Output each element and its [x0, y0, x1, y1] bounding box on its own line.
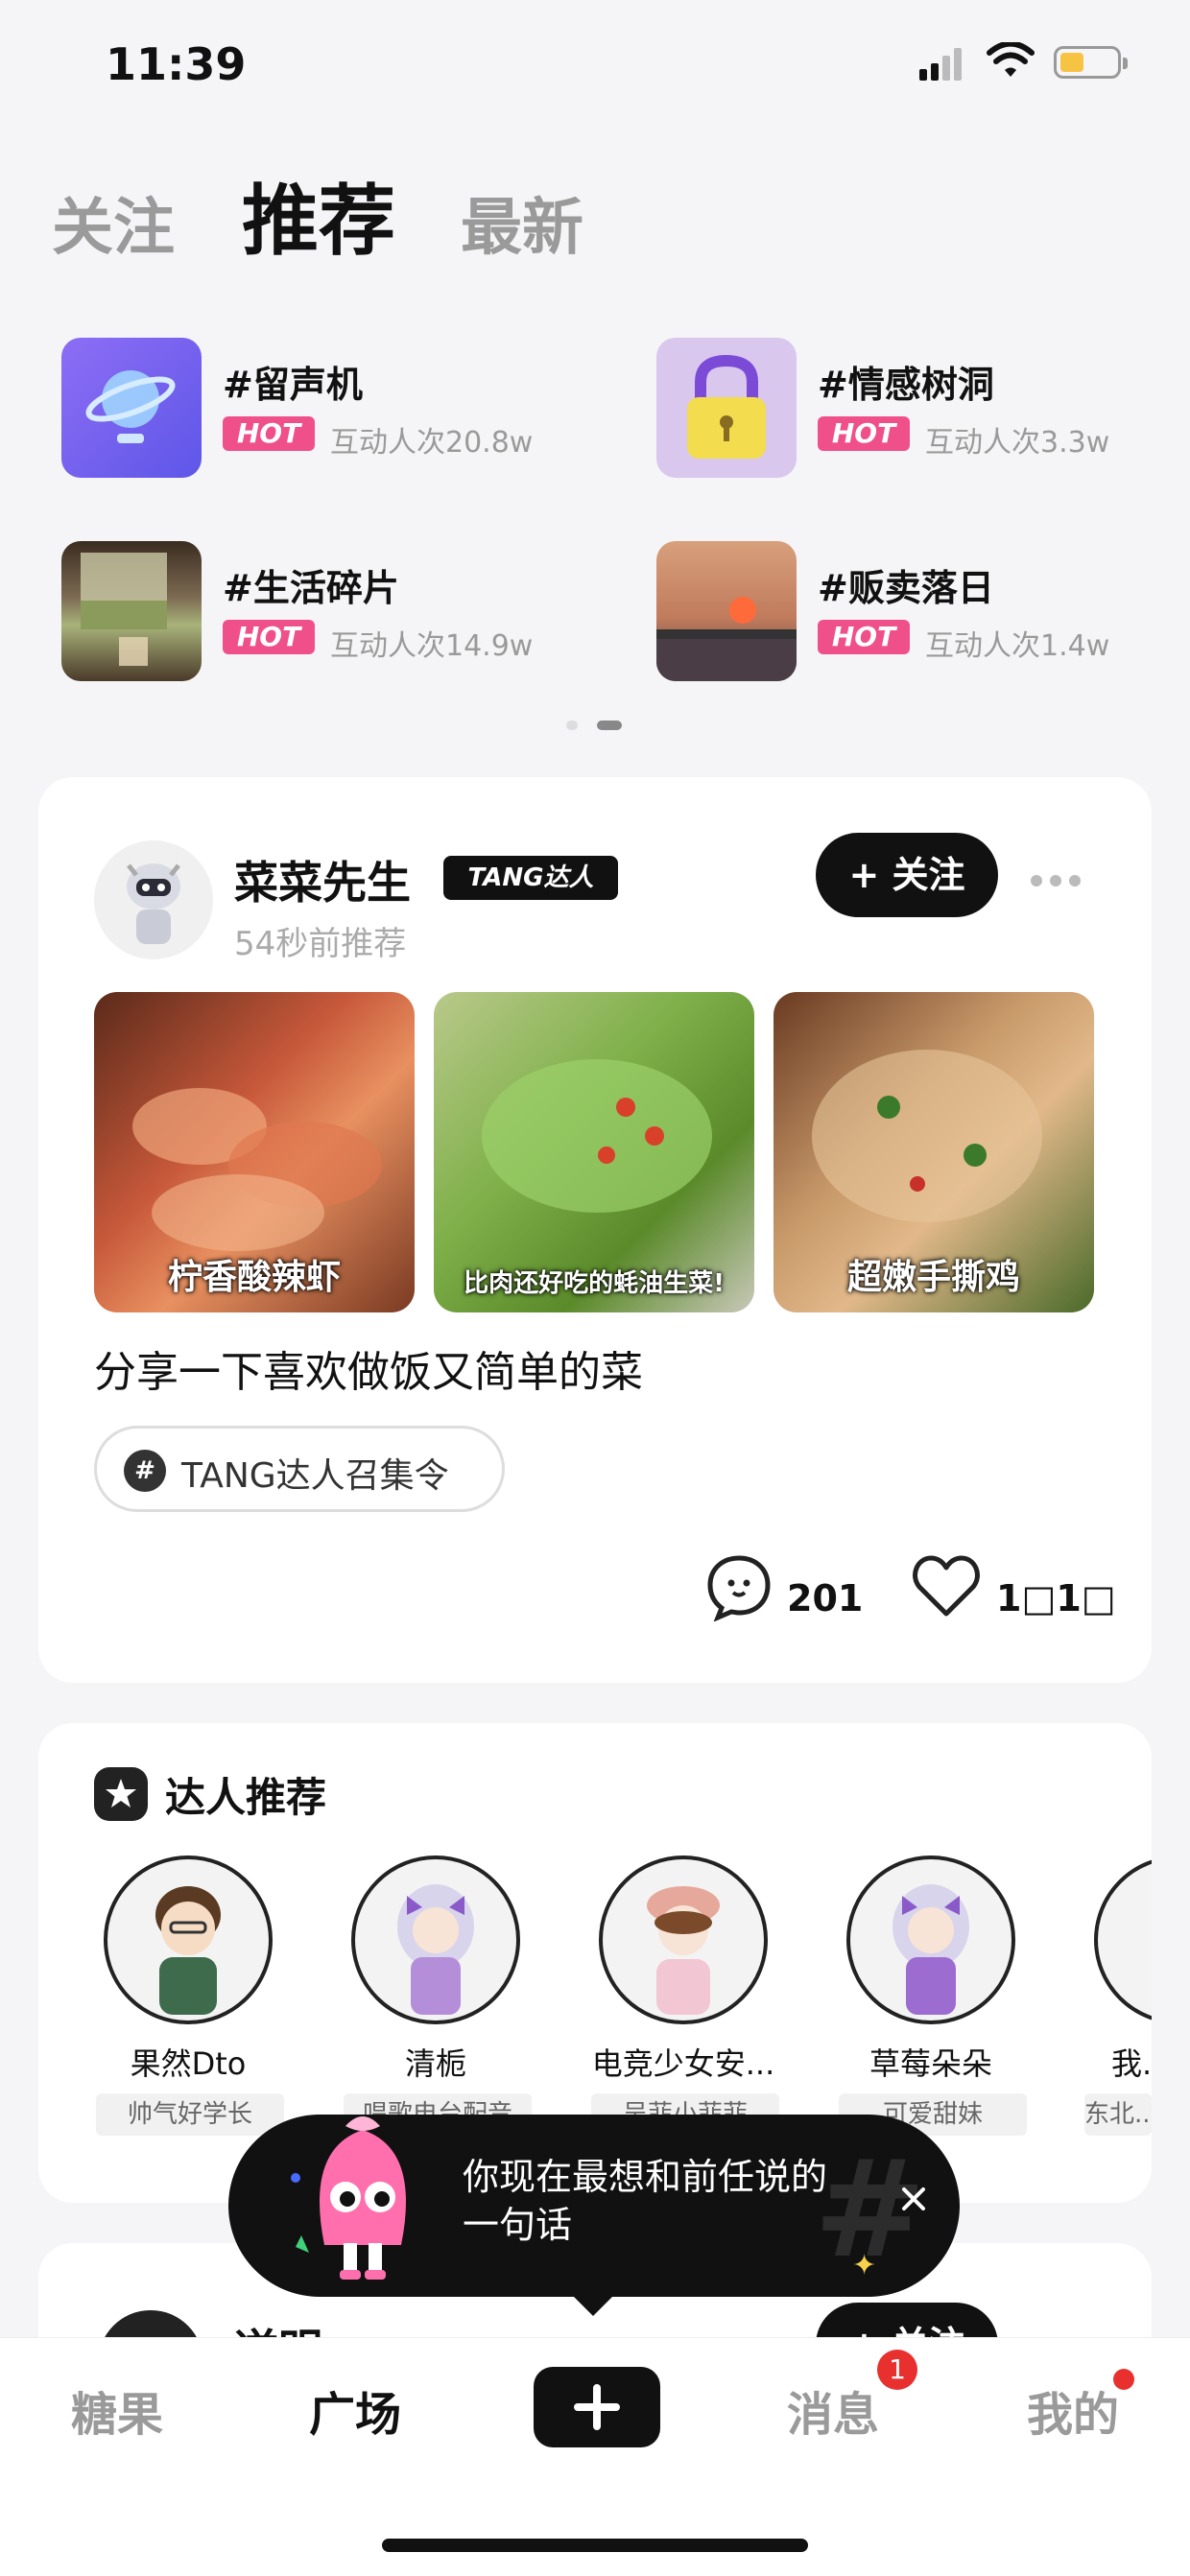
plus-icon	[574, 2384, 620, 2430]
expert-name: 草莓朵朵	[869, 2045, 992, 2082]
nav-item-candy[interactable]: 糖果	[71, 2376, 163, 2444]
page-dot-active	[597, 721, 622, 730]
post-text: 分享一下喜欢做饭又简单的菜	[94, 1348, 643, 1397]
comment-count: 201	[787, 1577, 864, 1619]
expert-avatar-clip[interactable]	[1094, 1855, 1152, 2024]
sunset-image	[656, 597, 797, 681]
close-icon[interactable]	[900, 2186, 927, 2212]
comment-icon[interactable]	[704, 1552, 774, 1621]
topic-item[interactable]: #贩卖落日 HOT 互动人次1.4w	[656, 541, 1155, 695]
more-options-icon[interactable]	[1031, 869, 1088, 888]
topic-item[interactable]: #情感树洞 HOT 互动人次3.3w	[656, 338, 1155, 491]
girl-avatar-image	[397, 1884, 474, 2015]
expert-tag: 帅气好学长	[96, 2093, 284, 2136]
section-title: 达人推荐	[165, 1774, 327, 1821]
topic-tag-chip[interactable]: # TANG达人召集令	[94, 1426, 505, 1512]
post-photo[interactable]: 比肉还好吃的蚝油生菜!	[434, 992, 754, 1312]
girl-purple-avatar-image	[892, 1884, 969, 2015]
photo-caption: 柠香酸辣虾	[167, 1258, 341, 1297]
photo-caption: 超嫩手撕鸡	[846, 1258, 1020, 1297]
tab-recommended[interactable]: 推荐	[242, 159, 395, 271]
expert-avatar[interactable]	[846, 1855, 1015, 2024]
status-time: 11:39	[106, 38, 247, 90]
expert-tag: 东北...	[1084, 2093, 1152, 2136]
nav-item-messages[interactable]: 消息	[787, 2376, 879, 2444]
topic-thumbnail	[656, 541, 797, 681]
page-dot	[566, 721, 578, 730]
wifi-icon	[987, 42, 1035, 77]
notification-dot	[1113, 2369, 1134, 2390]
topic-title: #贩卖落日	[818, 567, 994, 609]
heart-icon[interactable]	[912, 1554, 981, 1619]
avatar[interactable]	[94, 840, 213, 959]
topic-item[interactable]: #留声机 HOT 互动人次20.8w	[61, 338, 599, 491]
girl-beret-avatar-image	[647, 1886, 720, 2015]
post-photo[interactable]: 超嫩手撕鸡	[774, 992, 1094, 1312]
tooltip-line2: 一句话	[463, 2204, 573, 2246]
topic-title: #情感树洞	[818, 364, 994, 406]
topic-stat: 互动人次3.3w	[925, 426, 1110, 460]
window-landscape-image	[81, 553, 167, 666]
expert-avatar[interactable]	[351, 1855, 520, 2024]
tooltip-line1: 你现在最想和前任说的	[463, 2156, 828, 2198]
hot-badge: HOT	[818, 416, 910, 451]
hot-badge: HOT	[223, 620, 315, 654]
follow-button[interactable]: + 关注	[816, 833, 998, 917]
tab-following[interactable]: 关注	[52, 178, 175, 267]
tang-talent-badge: TANG达人	[443, 856, 618, 900]
star-icon	[94, 1767, 148, 1821]
expert-avatar[interactable]	[104, 1855, 273, 2024]
post-card[interactable]: 菜菜先生 TANG达人 54秒前推荐 + 关注 柠香酸辣虾 比肉还好吃的蚝油生菜…	[38, 777, 1152, 1683]
post-photo[interactable]: 柠香酸辣虾	[94, 992, 415, 1312]
mascot-icon	[291, 2116, 406, 2280]
cellular-signal-icon	[919, 48, 964, 81]
post-time: 54秒前推荐	[234, 925, 407, 963]
expert-name: 清栀	[404, 2045, 466, 2082]
home-indicator	[382, 2539, 808, 2552]
prompt-tooltip[interactable]: 你现在最想和前任说的 一句话 # ✦	[228, 2115, 960, 2316]
expert-name: 电竞少女安...	[591, 2045, 775, 2082]
sparkle-icon: ✦	[852, 2249, 877, 2282]
username[interactable]: 菜菜先生	[234, 848, 411, 911]
message-count-badge: 1	[877, 2350, 917, 2390]
lock-icon	[687, 354, 766, 459]
planet-icon	[85, 370, 176, 443]
topic-stat: 互动人次20.8w	[330, 426, 534, 460]
expert-name: 果然Dto	[130, 2045, 247, 2082]
topic-thumbnail	[61, 338, 202, 478]
expert-avatar[interactable]	[599, 1855, 768, 2024]
topic-stat: 互动人次1.4w	[925, 629, 1110, 663]
hashtag-icon: #	[124, 1450, 166, 1492]
tag-label: TANG达人召集令	[181, 1456, 449, 1496]
topic-title: #生活碎片	[223, 567, 399, 609]
topic-thumbnail	[61, 541, 202, 681]
photo-caption: 比肉还好吃的蚝油生菜!	[464, 1269, 725, 1298]
topic-title: #留声机	[223, 364, 363, 406]
expert-avatar	[1094, 1855, 1152, 2024]
battery-icon	[1054, 46, 1128, 79]
topic-item[interactable]: #生活碎片 HOT 互动人次14.9w	[61, 541, 599, 695]
topic-thumbnail	[656, 338, 797, 478]
boy-avatar-image	[155, 1886, 221, 2015]
create-post-button[interactable]	[534, 2367, 660, 2447]
nav-item-me[interactable]: 我的	[1027, 2376, 1119, 2444]
expert-name: 我...	[1111, 2045, 1152, 2082]
nav-item-square[interactable]: 广场	[309, 2376, 401, 2444]
tab-latest[interactable]: 最新	[461, 178, 583, 267]
hot-badge: HOT	[223, 416, 315, 451]
like-count: 1□1□	[996, 1577, 1116, 1619]
topic-stat: 互动人次14.9w	[330, 629, 534, 663]
robot-avatar-icon	[94, 840, 213, 959]
hot-badge: HOT	[818, 620, 910, 654]
tooltip-arrow	[570, 2293, 616, 2316]
